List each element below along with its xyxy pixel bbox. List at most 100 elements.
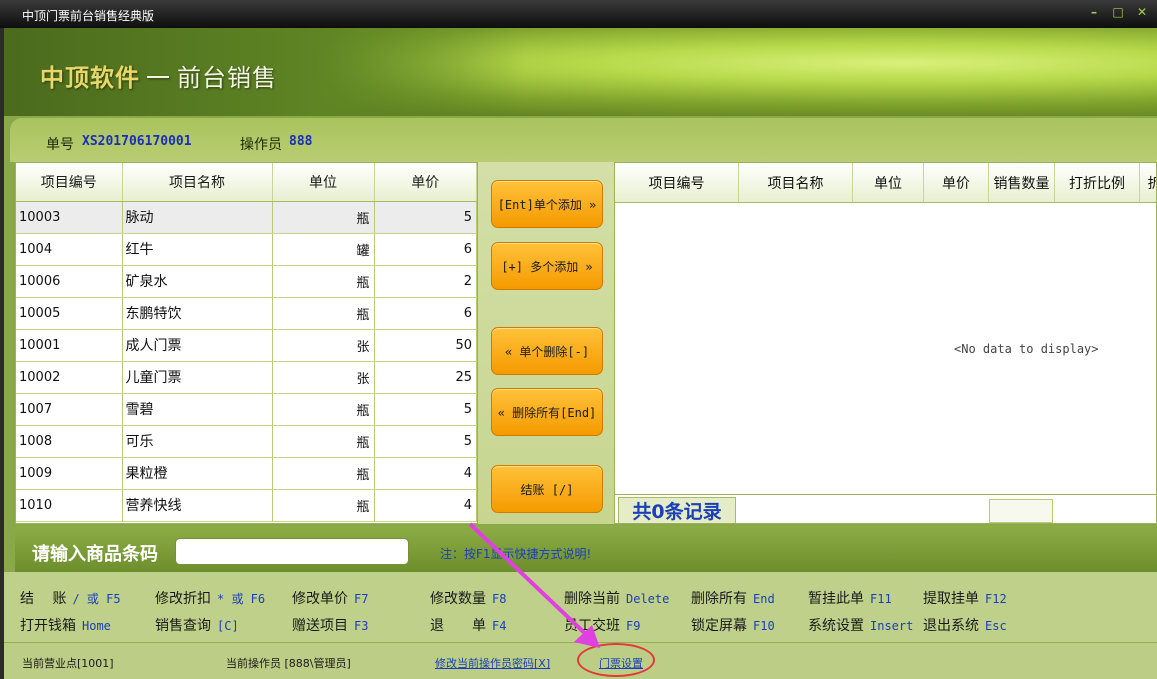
- cell-code: 1009: [16, 457, 123, 490]
- shortcut-edit-price[interactable]: 修改单价 F7: [292, 588, 368, 608]
- product-table: 项目编号 项目名称 单位 单价 10003 脉动瓶 5 1004 红牛罐 6 10006 矿泉…: [16, 163, 477, 522]
- change-password-link[interactable]: 修改当前操作员密码[X]: [435, 655, 550, 671]
- column-header-code[interactable]: 项目编号: [615, 163, 739, 203]
- cell-name: 儿童门票: [122, 361, 273, 394]
- barcode-bar: 请输入商品条码 注：按F1显示快捷方式说明!: [15, 526, 1157, 572]
- cell-unit: 瓶: [272, 393, 375, 426]
- shortcut-key: End: [753, 592, 775, 606]
- cell-price: 6: [374, 233, 477, 266]
- shortcut-system-settings[interactable]: 系统设置 Insert: [808, 615, 913, 635]
- product-grid[interactable]: 项目编号 项目名称 单位 单价 10003 脉动瓶 5 1004 红牛罐 6 10006 矿泉…: [15, 162, 478, 524]
- shortcut-label: 员工交班: [564, 618, 620, 634]
- column-header-unit[interactable]: 单位: [853, 163, 924, 203]
- barcode-input[interactable]: [175, 538, 409, 565]
- shortcut-key: F4: [492, 619, 507, 633]
- shortcut-key: F7: [354, 592, 369, 606]
- shortcut-open-cashbox[interactable]: 打开钱箱 Home: [20, 615, 111, 635]
- cell-code: 10001: [16, 329, 123, 362]
- cell-name: 矿泉水: [122, 265, 273, 298]
- cell-price: 5: [374, 393, 477, 426]
- cell-code: 1007: [16, 393, 123, 426]
- table-row[interactable]: 1009 果粒橙瓶 4: [16, 457, 477, 490]
- cell-code: 10006: [16, 265, 123, 298]
- shortcut-panel: 结 账 / 或 F5 修改折扣 * 或 F6 修改单价 F7 修改数量 F8 删除当前 D…: [4, 572, 1157, 642]
- product-table-body: 10003 脉动瓶 5 1004 红牛罐 6 10006 矿泉水瓶 2 10005 东鹏特饮瓶 6 10…: [16, 201, 477, 522]
- cell-name: 成人门票: [122, 329, 273, 362]
- table-row[interactable]: 10003 脉动瓶 5: [16, 201, 477, 234]
- close-button[interactable]: ✕: [1135, 5, 1149, 19]
- column-header-price[interactable]: 单价: [374, 163, 477, 202]
- table-row[interactable]: 1008 可乐瓶 5: [16, 425, 477, 458]
- shortcut-exit-system[interactable]: 退出系统 Esc: [923, 615, 1007, 635]
- highlight-circle: [577, 643, 655, 677]
- minimize-button[interactable]: –: [1087, 5, 1101, 19]
- window-controls: – □ ✕: [1087, 5, 1149, 19]
- shortcut-key: Home: [82, 619, 111, 633]
- shortcut-sales-query[interactable]: 销售查询 [C]: [155, 615, 239, 635]
- shortcut-lock-screen[interactable]: 锁定屏幕 F10: [691, 615, 775, 635]
- table-row[interactable]: 1004 红牛罐 6: [16, 233, 477, 266]
- empty-grid-message: <No data to display>: [954, 342, 1099, 356]
- shortcut-hold-order[interactable]: 暂挂此单 F11: [808, 588, 892, 608]
- table-row[interactable]: 1007 雪碧瓶 5: [16, 393, 477, 426]
- shortcut-refund[interactable]: 退 单 F4: [430, 615, 506, 635]
- action-button-panel: [Ent]单个添加 » [+] 多个添加 » « 单个删除[-] « 删除所有[…: [478, 162, 614, 524]
- current-sales-point: 当前营业点[1001]: [22, 657, 114, 670]
- shortcut-label: 退 单: [430, 618, 486, 634]
- footer-summary-box: [989, 499, 1053, 523]
- cell-unit: 瓶: [272, 297, 375, 330]
- shortcut-edit-quantity[interactable]: 修改数量 F8: [430, 588, 506, 608]
- column-header-price[interactable]: 单价: [924, 163, 989, 203]
- add-multiple-button[interactable]: [+] 多个添加 »: [491, 242, 603, 290]
- table-row[interactable]: 10006 矿泉水瓶 2: [16, 265, 477, 298]
- column-header-code[interactable]: 项目编号: [16, 163, 123, 202]
- cell-price: 4: [374, 457, 477, 490]
- cell-price: 50: [374, 329, 477, 362]
- maximize-button[interactable]: □: [1111, 5, 1125, 19]
- checkout-button[interactable]: 结账 [/]: [491, 465, 603, 513]
- shortcut-shift-change[interactable]: 员工交班 F9: [564, 615, 640, 635]
- column-header-quantity[interactable]: 销售数量: [989, 163, 1055, 203]
- column-header-discount[interactable]: 打折比例: [1055, 163, 1140, 203]
- column-header-name[interactable]: 项目名称: [122, 163, 273, 202]
- shortcut-delete-all[interactable]: 删除所有 End: [691, 588, 775, 608]
- delete-all-button[interactable]: « 删除所有[End]: [491, 388, 603, 436]
- cell-name: 雪碧: [122, 393, 273, 426]
- table-row[interactable]: 1010 营养快线瓶 4: [16, 489, 477, 522]
- cell-code: 10005: [16, 297, 123, 330]
- brand-name: 中顶软件: [40, 64, 140, 92]
- cell-price: 2: [374, 265, 477, 298]
- shortcut-key: F8: [492, 592, 507, 606]
- shortcut-label: 系统设置: [808, 618, 864, 634]
- shortcut-key: Delete: [626, 592, 670, 606]
- shortcut-label: 结 账: [20, 591, 67, 607]
- column-header-unit[interactable]: 单位: [272, 163, 375, 202]
- shortcut-edit-discount[interactable]: 修改折扣 * 或 F6: [155, 588, 265, 608]
- shortcut-checkout[interactable]: 结 账 / 或 F5: [20, 588, 121, 608]
- header-banner: 中顶软件一前台销售: [4, 28, 1157, 116]
- column-header-name[interactable]: 项目名称: [739, 163, 853, 203]
- shortcut-retrieve-order[interactable]: 提取挂单 F12: [923, 588, 1007, 608]
- cell-unit: 瓶: [272, 489, 375, 522]
- table-row[interactable]: 10002 儿童门票张 25: [16, 361, 477, 394]
- delete-single-button[interactable]: « 单个删除[-]: [491, 327, 603, 375]
- cell-unit: 张: [272, 361, 375, 394]
- cell-price: 4: [374, 489, 477, 522]
- table-row[interactable]: 10005 东鹏特饮瓶 6: [16, 297, 477, 330]
- cell-unit: 瓶: [272, 425, 375, 458]
- cell-price: 5: [374, 425, 477, 458]
- shortcut-key: * 或 F6: [217, 592, 266, 606]
- add-single-button[interactable]: [Ent]单个添加 »: [491, 180, 603, 228]
- cell-price: 25: [374, 361, 477, 394]
- column-header-truncated[interactable]: 折: [1140, 163, 1156, 203]
- cell-unit: 瓶: [272, 201, 375, 234]
- order-info-bar: 单号 XS201706170001 操作员 888: [10, 118, 1157, 162]
- shortcut-label: 提取挂单: [923, 591, 979, 607]
- shortcut-key: / 或 F5: [72, 592, 121, 606]
- cell-unit: 瓶: [272, 457, 375, 490]
- table-row[interactable]: 10001 成人门票张 50: [16, 329, 477, 362]
- shortcut-gift-item[interactable]: 赠送项目 F3: [292, 615, 368, 635]
- order-number-label: 单号: [46, 137, 74, 153]
- sale-items-grid[interactable]: 项目编号 项目名称 单位 单价 销售数量 打折比例 折 <No data to …: [614, 162, 1157, 524]
- shortcut-delete-current[interactable]: 删除当前 Delete: [564, 588, 669, 608]
